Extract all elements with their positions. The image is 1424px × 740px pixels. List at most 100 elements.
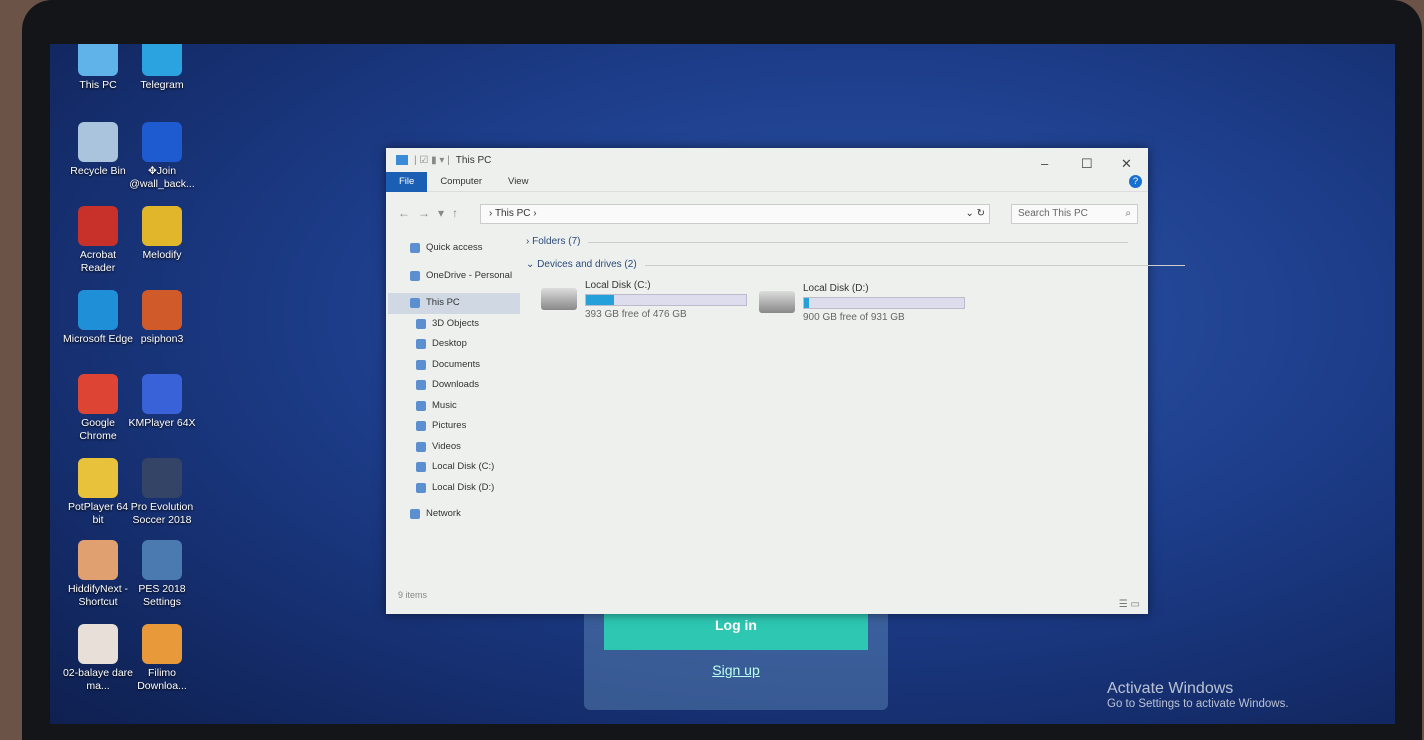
desktop-icon[interactable]: KMPlayer 64X [126, 374, 198, 430]
address-bar[interactable]: › This PC › ⌄ ↻ [480, 204, 990, 224]
sidebar-item[interactable]: Documents [388, 355, 520, 376]
desktop-icon[interactable]: PES 2018 Settings [126, 540, 198, 609]
desktop-icon-label: psiphon3 [140, 333, 184, 345]
sidebar-icon [416, 400, 426, 411]
app-icon [78, 458, 118, 498]
desktop-icon-label: Pro Evolution Soccer 2018 [130, 501, 194, 526]
view-toggle-icons[interactable]: ☰ ▭ [1119, 599, 1140, 610]
ribbon-tabs: File Computer View ? [386, 171, 1148, 192]
sidebar-item-label: Quick access [426, 242, 483, 253]
app-icon [142, 122, 182, 162]
desktop-icon[interactable]: 02-balaye dare ma... [62, 624, 134, 693]
minimize-button[interactable]: – [1041, 156, 1048, 171]
sidebar-item[interactable]: Downloads [388, 375, 520, 396]
desktop-icon[interactable]: Pro Evolution Soccer 2018 [126, 458, 198, 527]
sidebar-item[interactable]: Music [388, 396, 520, 417]
quick-access-toolbar[interactable]: | ☑ ▮ ▾ | [414, 155, 450, 166]
login-card: Log in Sign up [584, 600, 888, 710]
desktop-icon[interactable]: Recycle Bin [62, 122, 134, 178]
app-icon [142, 290, 182, 330]
sidebar-item[interactable]: Quick access [388, 238, 520, 259]
sidebar-icon [416, 462, 426, 472]
folders-group-header[interactable]: › Folders (7) [526, 236, 1134, 247]
drive-icon [541, 288, 577, 310]
sidebar-item-label: Network [426, 508, 461, 519]
drive-name: Local Disk (C:) [585, 280, 651, 291]
desktop-icon[interactable]: Google Chrome [62, 374, 134, 443]
folders-header-text: Folders (7) [532, 236, 581, 247]
desktop-icon-label: PotPlayer 64 bit [67, 501, 129, 526]
desktop-icon-label: Telegram [140, 79, 184, 91]
sidebar-item-label: Music [432, 399, 457, 411]
sidebar-item-label: OneDrive - Personal [426, 269, 513, 281]
drive-d[interactable]: Local Disk (D:) 900 GB free of 931 GB [759, 283, 965, 323]
app-icon [78, 122, 118, 162]
close-button[interactable]: ✕ [1121, 156, 1132, 172]
sidebar-item-label: 3D Objects [432, 317, 479, 329]
app-icon [78, 540, 118, 580]
activate-windows-watermark: Activate Windows Go to Settings to activ… [1107, 680, 1289, 710]
drive-free-space: 393 GB free of 476 GB [585, 309, 687, 320]
refresh-icon[interactable]: ⌄ ↻ [965, 205, 985, 223]
sidebar-item[interactable]: This PC [388, 293, 520, 314]
sidebar-icon [410, 270, 420, 281]
desktop-icon[interactable]: Telegram [126, 44, 198, 92]
app-icon [78, 44, 118, 76]
sidebar-icon [410, 298, 420, 308]
sidebar-icon [410, 243, 420, 253]
desktop-icon[interactable]: Filimo Downloa... [126, 624, 198, 693]
app-icon [78, 624, 118, 664]
desktop-icon-label: 02-balaye dare ma... [62, 667, 134, 692]
search-input[interactable]: Search This PC ⌕ [1011, 204, 1138, 224]
sidebar-item[interactable]: Videos [388, 437, 520, 458]
desktop-icon[interactable]: ✥Join @wall_back... [126, 122, 198, 191]
drive-usage-bar [585, 294, 747, 306]
maximize-button[interactable]: ☐ [1081, 156, 1093, 172]
app-icon [142, 206, 182, 246]
sidebar-icon [416, 380, 426, 390]
signup-link[interactable]: Sign up [584, 662, 888, 678]
desktop-icon[interactable]: Acrobat Reader [62, 206, 134, 275]
sidebar-item[interactable]: 3D Objects [388, 314, 520, 335]
help-icon[interactable]: ? [1129, 175, 1142, 188]
desktop-icon-label: Recycle Bin [70, 165, 126, 177]
sidebar-item[interactable]: Desktop [388, 334, 520, 355]
sidebar-item[interactable]: OneDrive - Personal [388, 266, 520, 287]
desktop-icon[interactable]: HiddifyNext - Shortcut [62, 540, 134, 609]
sidebar-icon [416, 339, 426, 349]
sidebar-icon [416, 441, 426, 452]
watermark-title: Activate Windows [1107, 680, 1234, 697]
app-icon [142, 44, 182, 76]
desktop-icon[interactable]: psiphon3 [126, 290, 198, 346]
sidebar-icon [416, 359, 426, 370]
app-icon [78, 206, 118, 246]
sidebar-item[interactable]: Pictures [388, 416, 520, 437]
tab-file[interactable]: File [386, 171, 428, 192]
sidebar-item[interactable]: Network [388, 504, 520, 525]
desktop-icon-label: Filimo Downloa... [137, 667, 187, 692]
desktop-icon[interactable]: Microsoft Edge [62, 290, 134, 346]
tab-view[interactable]: View [495, 172, 541, 192]
sidebar-item-label: Downloads [432, 379, 479, 390]
desktop-icon[interactable]: Melodify [126, 206, 198, 262]
sidebar-item[interactable]: Local Disk (D:) [388, 478, 520, 499]
sidebar-item-label: This PC [426, 297, 460, 308]
desktop-icon[interactable]: This PC [62, 44, 134, 92]
desktop-icon-label: Melodify [142, 249, 182, 261]
desktop-icon-label: PES 2018 Settings [138, 583, 186, 608]
sidebar-icon [416, 318, 426, 329]
desktop-icon[interactable]: PotPlayer 64 bit [62, 458, 134, 527]
app-icon [78, 290, 118, 330]
navigation-buttons[interactable]: ←→▾↑ [398, 206, 466, 220]
sidebar-item[interactable]: Local Disk (C:) [388, 457, 520, 478]
desktop-icon-label: This PC [79, 79, 117, 91]
sidebar-icon [416, 421, 426, 431]
app-icon [142, 540, 182, 580]
sidebar-item-label: Pictures [432, 420, 467, 431]
app-icon [78, 374, 118, 414]
tab-computer[interactable]: Computer [427, 172, 495, 192]
devices-header-text: Devices and drives (2) [537, 259, 637, 270]
drive-c[interactable]: Local Disk (C:) 393 GB free of 476 GB [541, 280, 747, 320]
sidebar-item-label: Local Disk (D:) [432, 481, 495, 493]
devices-group-header[interactable]: ⌄ Devices and drives (2) [526, 259, 1183, 270]
